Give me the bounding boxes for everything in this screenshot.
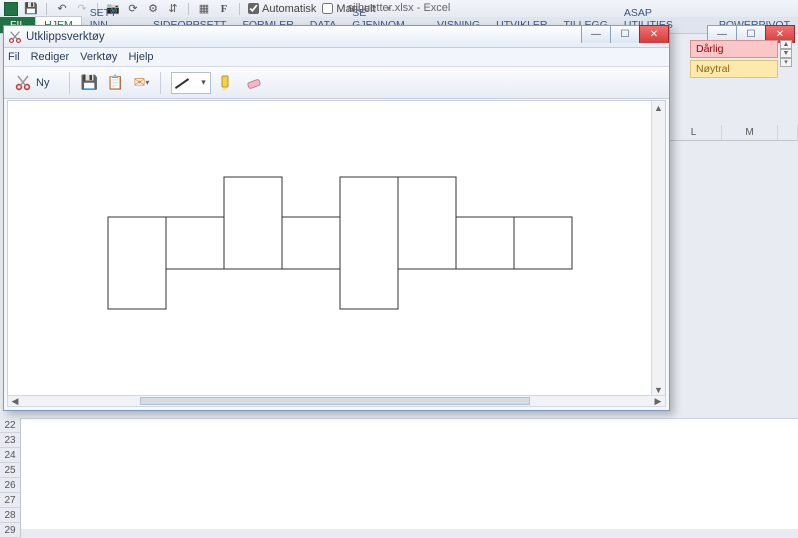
- row-header[interactable]: 28: [0, 508, 21, 523]
- new-button-label: Ny: [36, 77, 49, 89]
- snipping-close-button[interactable]: ✕: [639, 25, 669, 43]
- column-headers: L M: [666, 125, 798, 141]
- snip-canvas[interactable]: ▲ ▼: [7, 100, 666, 398]
- snipping-tool-title: Utklippsverktøy: [26, 31, 105, 43]
- eraser-icon[interactable]: [245, 74, 263, 92]
- grid-icon[interactable]: ▦: [197, 2, 211, 16]
- menu-file[interactable]: Fil: [8, 51, 20, 63]
- snipping-tool-titlebar[interactable]: Utklippsverktøy — ☐ ✕: [4, 26, 669, 48]
- link-icon[interactable]: ⚙: [146, 2, 160, 16]
- new-snip-button[interactable]: Ny: [10, 72, 59, 94]
- menu-help[interactable]: Hjelp: [128, 51, 153, 63]
- auto-check-label: Automatisk: [262, 3, 316, 15]
- f-button[interactable]: F: [217, 2, 231, 16]
- snip-vertical-scrollbar[interactable]: ▲ ▼: [651, 101, 665, 397]
- scissors-icon: [14, 74, 32, 92]
- qat-separator: [239, 3, 240, 15]
- row-header[interactable]: 25: [0, 463, 21, 478]
- worksheet-cells[interactable]: [21, 418, 798, 529]
- snip-horizontal-scrollbar[interactable]: ◀ ▶: [7, 395, 666, 407]
- styles-more-icon[interactable]: ▾: [780, 58, 792, 67]
- scroll-left-icon[interactable]: ◀: [8, 396, 22, 407]
- row-header[interactable]: 22: [0, 418, 21, 433]
- save-snip-icon[interactable]: 💾: [80, 74, 98, 92]
- menu-tools[interactable]: Verktøy: [80, 51, 117, 63]
- save-icon[interactable]: 💾: [24, 2, 38, 16]
- manual-check-input[interactable]: [322, 3, 333, 14]
- styles-scroll[interactable]: ▲▼▾: [780, 40, 792, 67]
- auto-check-input[interactable]: [248, 3, 259, 14]
- qat-separator: [46, 3, 47, 15]
- scissors-icon: [8, 30, 22, 44]
- snipping-tool-window: Utklippsverktøy — ☐ ✕ Fil Rediger Verktø…: [3, 25, 670, 411]
- menu-edit[interactable]: Rediger: [31, 51, 70, 63]
- excel-app-icon: [4, 2, 18, 16]
- copy-snip-icon[interactable]: 📋: [106, 74, 124, 92]
- col-header-m[interactable]: M: [722, 125, 778, 141]
- style-bad[interactable]: Dårlig: [690, 40, 778, 58]
- row-header[interactable]: 27: [0, 493, 21, 508]
- send-snip-icon[interactable]: ✉▾: [132, 74, 150, 92]
- excel-window-title: silhuetter.xlsx - Excel: [348, 0, 451, 17]
- snipping-tool-toolbar: Ny 💾 📋 ✉▾ ▾: [4, 67, 669, 99]
- undo-icon[interactable]: ↶: [55, 2, 69, 16]
- qat-separator: [188, 3, 189, 15]
- styles-scroll-up-icon[interactable]: ▲: [780, 40, 792, 49]
- highlighter-icon[interactable]: [219, 74, 237, 92]
- row-header[interactable]: 29: [0, 523, 21, 538]
- automatic-checkbox[interactable]: Automatisk: [248, 3, 316, 15]
- pen-swatch-icon: [172, 73, 196, 93]
- snipping-minimize-button[interactable]: —: [581, 25, 611, 43]
- toolbar-separator: [69, 72, 70, 94]
- row-headers: 22 23 24 25 26 27 28 29: [0, 418, 21, 538]
- scroll-right-icon[interactable]: ▶: [651, 396, 665, 407]
- sort-icon[interactable]: ⇵: [166, 2, 180, 16]
- cell-styles-gallery: Dårlig Nøytral ▲▼▾: [690, 40, 778, 80]
- chevron-down-icon[interactable]: ▾: [196, 77, 210, 88]
- style-bad-label: Dårlig: [696, 41, 723, 57]
- snipping-maximize-button[interactable]: ☐: [610, 25, 640, 43]
- row-header[interactable]: 23: [0, 433, 21, 448]
- pen-tool[interactable]: ▾: [171, 72, 211, 94]
- toolbar-separator: [160, 72, 161, 94]
- snip-drawing: [8, 101, 658, 398]
- row-header[interactable]: 26: [0, 478, 21, 493]
- scroll-up-icon[interactable]: ▲: [652, 101, 665, 115]
- styles-scroll-down-icon[interactable]: ▼: [780, 49, 792, 58]
- col-header-l[interactable]: L: [666, 125, 722, 141]
- col-header-edge: [778, 125, 798, 141]
- snipping-tool-window-controls: — ☐ ✕: [582, 25, 669, 43]
- snipping-tool-menubar: Fil Rediger Verktøy Hjelp: [4, 48, 669, 67]
- style-neutral-label: Nøytral: [696, 61, 730, 77]
- row-header[interactable]: 24: [0, 448, 21, 463]
- scrollbar-thumb[interactable]: [140, 397, 530, 405]
- style-neutral[interactable]: Nøytral: [690, 60, 778, 78]
